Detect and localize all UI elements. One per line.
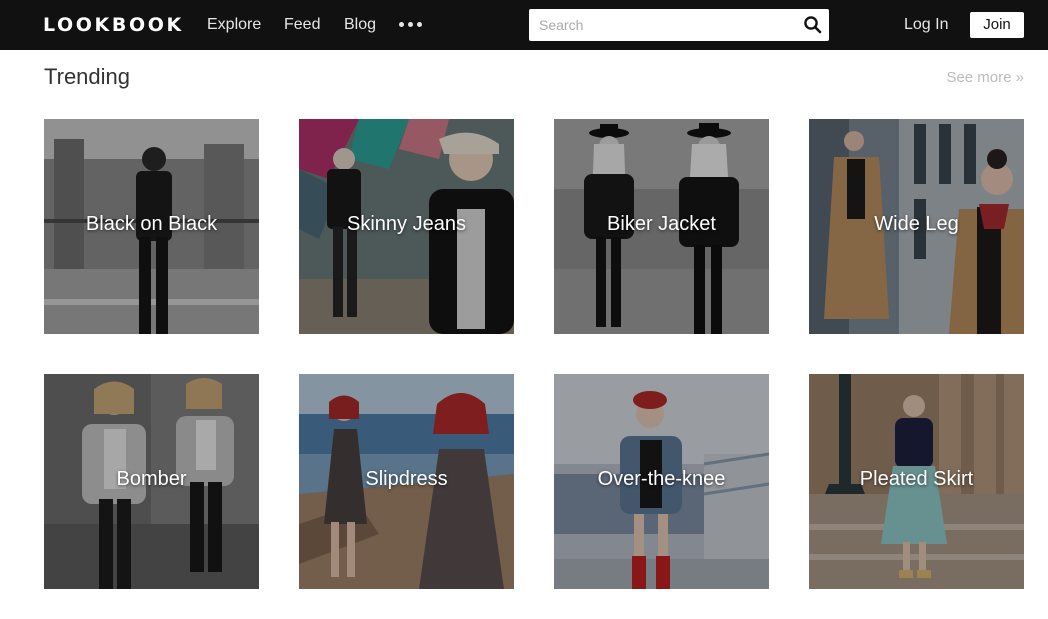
- ellipsis-icon[interactable]: [399, 22, 423, 28]
- tile-label: Pleated Skirt: [859, 468, 974, 490]
- brand-logo[interactable]: LOOKBOOK: [43, 13, 184, 37]
- trend-tile-biker-jacket[interactable]: Biker Jacket: [554, 119, 769, 334]
- section-title: Trending: [44, 64, 131, 89]
- search-icon[interactable]: [803, 15, 823, 35]
- nav-blog[interactable]: Blog: [344, 15, 376, 35]
- search-box: [529, 9, 829, 41]
- trend-tile-over-the-knee[interactable]: Over-the-knee: [554, 374, 769, 589]
- nav-feed[interactable]: Feed: [284, 15, 320, 35]
- nav-explore[interactable]: Explore: [207, 15, 261, 35]
- top-navbar: LOOKBOOK Explore Feed Blog Log In Join: [0, 0, 1048, 50]
- trend-tile-slipdress[interactable]: Slipdress: [299, 374, 514, 589]
- tile-label: Wide Leg: [874, 213, 959, 235]
- search-input[interactable]: [529, 9, 795, 41]
- trend-tile-wide-leg[interactable]: Wide Leg: [809, 119, 1024, 334]
- tile-label: Biker Jacket: [607, 213, 716, 235]
- join-button[interactable]: Join: [970, 12, 1024, 38]
- tile-label: Bomber: [116, 468, 187, 490]
- tile-label: Slipdress: [365, 468, 448, 490]
- trend-tile-skinny-jeans[interactable]: Skinny Jeans: [299, 119, 514, 334]
- trend-tile-bomber[interactable]: Bomber: [44, 374, 259, 589]
- tile-label: Skinny Jeans: [347, 213, 466, 235]
- login-link[interactable]: Log In: [904, 15, 948, 35]
- tile-label: Black on Black: [85, 213, 218, 235]
- tile-label: Over-the-knee: [597, 468, 726, 490]
- trend-tile-black-on-black[interactable]: Black on Black: [44, 119, 259, 334]
- see-more-link[interactable]: See more »: [946, 69, 1024, 87]
- trend-tile-pleated-skirt[interactable]: Pleated Skirt: [809, 374, 1024, 589]
